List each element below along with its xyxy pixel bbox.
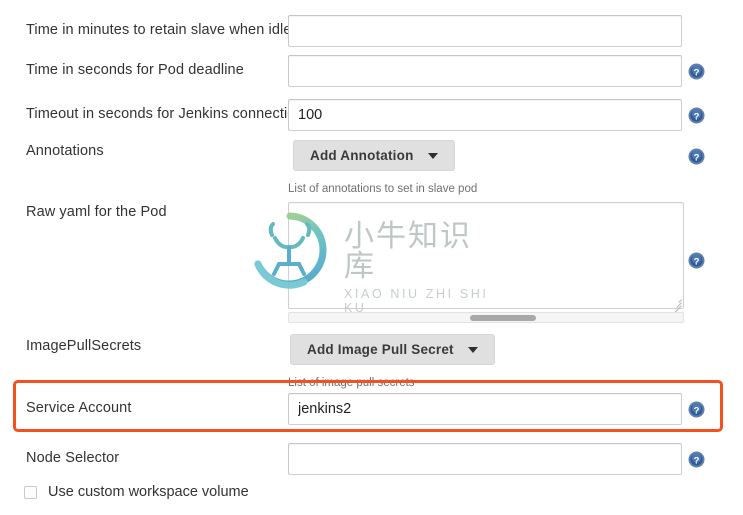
scrollbar-thumb[interactable] — [470, 315, 537, 321]
label-raw-yaml: Raw yaml for the Pod — [26, 204, 167, 220]
svg-text:?: ? — [694, 405, 700, 416]
svg-text:?: ? — [694, 256, 700, 267]
label-image-pull-secrets: ImagePullSecrets — [26, 338, 142, 354]
add-image-pull-secret-button[interactable]: Add Image Pull Secret — [290, 334, 495, 365]
svg-text:?: ? — [694, 455, 700, 466]
input-pod-deadline[interactable] — [288, 55, 682, 87]
help-circle-icon[interactable]: ? — [688, 451, 705, 468]
add-image-pull-secret-button-label: Add Image Pull Secret — [307, 342, 454, 357]
label-annotations: Annotations — [26, 143, 104, 159]
input-service-account[interactable] — [288, 393, 682, 425]
add-annotation-button[interactable]: Add Annotation — [293, 140, 455, 171]
input-retain-slave-idle[interactable] — [288, 15, 682, 47]
raw-yaml-textarea[interactable] — [288, 202, 684, 309]
horizontal-scrollbar[interactable] — [288, 312, 684, 323]
label-node-selector: Node Selector — [26, 450, 120, 466]
input-jenkins-timeout[interactable] — [288, 99, 682, 131]
image-pull-secrets-hint: List of image pull secrets — [288, 377, 415, 389]
chevron-down-icon — [467, 346, 478, 353]
chevron-down-icon — [427, 152, 438, 159]
help-circle-icon[interactable]: ? — [688, 252, 705, 269]
svg-text:?: ? — [694, 67, 700, 78]
label-custom-workspace-volume: Use custom workspace volume — [48, 484, 249, 500]
raw-yaml-textarea-wrapper — [288, 202, 684, 314]
checkbox-custom-workspace-volume[interactable] — [24, 485, 37, 499]
svg-text:?: ? — [694, 152, 700, 163]
annotations-hint: List of annotations to set in slave pod — [288, 183, 478, 195]
help-circle-icon[interactable]: ? — [688, 148, 705, 165]
add-annotation-button-label: Add Annotation — [310, 148, 414, 163]
label-pod-deadline: Time in seconds for Pod deadline — [26, 62, 244, 78]
label-retain-slave-idle: Time in minutes to retain slave when idl… — [26, 22, 292, 38]
custom-workspace-volume-row[interactable]: Use custom workspace volume — [24, 484, 249, 500]
help-circle-icon[interactable]: ? — [688, 107, 705, 124]
help-circle-icon[interactable]: ? — [688, 63, 705, 80]
kubernetes-pod-template-form: Time in minutes to retain slave when idl… — [0, 0, 743, 515]
label-jenkins-timeout: Timeout in seconds for Jenkins connectio… — [26, 106, 304, 122]
input-node-selector[interactable] — [288, 443, 682, 475]
svg-text:?: ? — [694, 111, 700, 122]
help-circle-icon[interactable]: ? — [688, 401, 705, 418]
label-service-account: Service Account — [26, 400, 132, 416]
